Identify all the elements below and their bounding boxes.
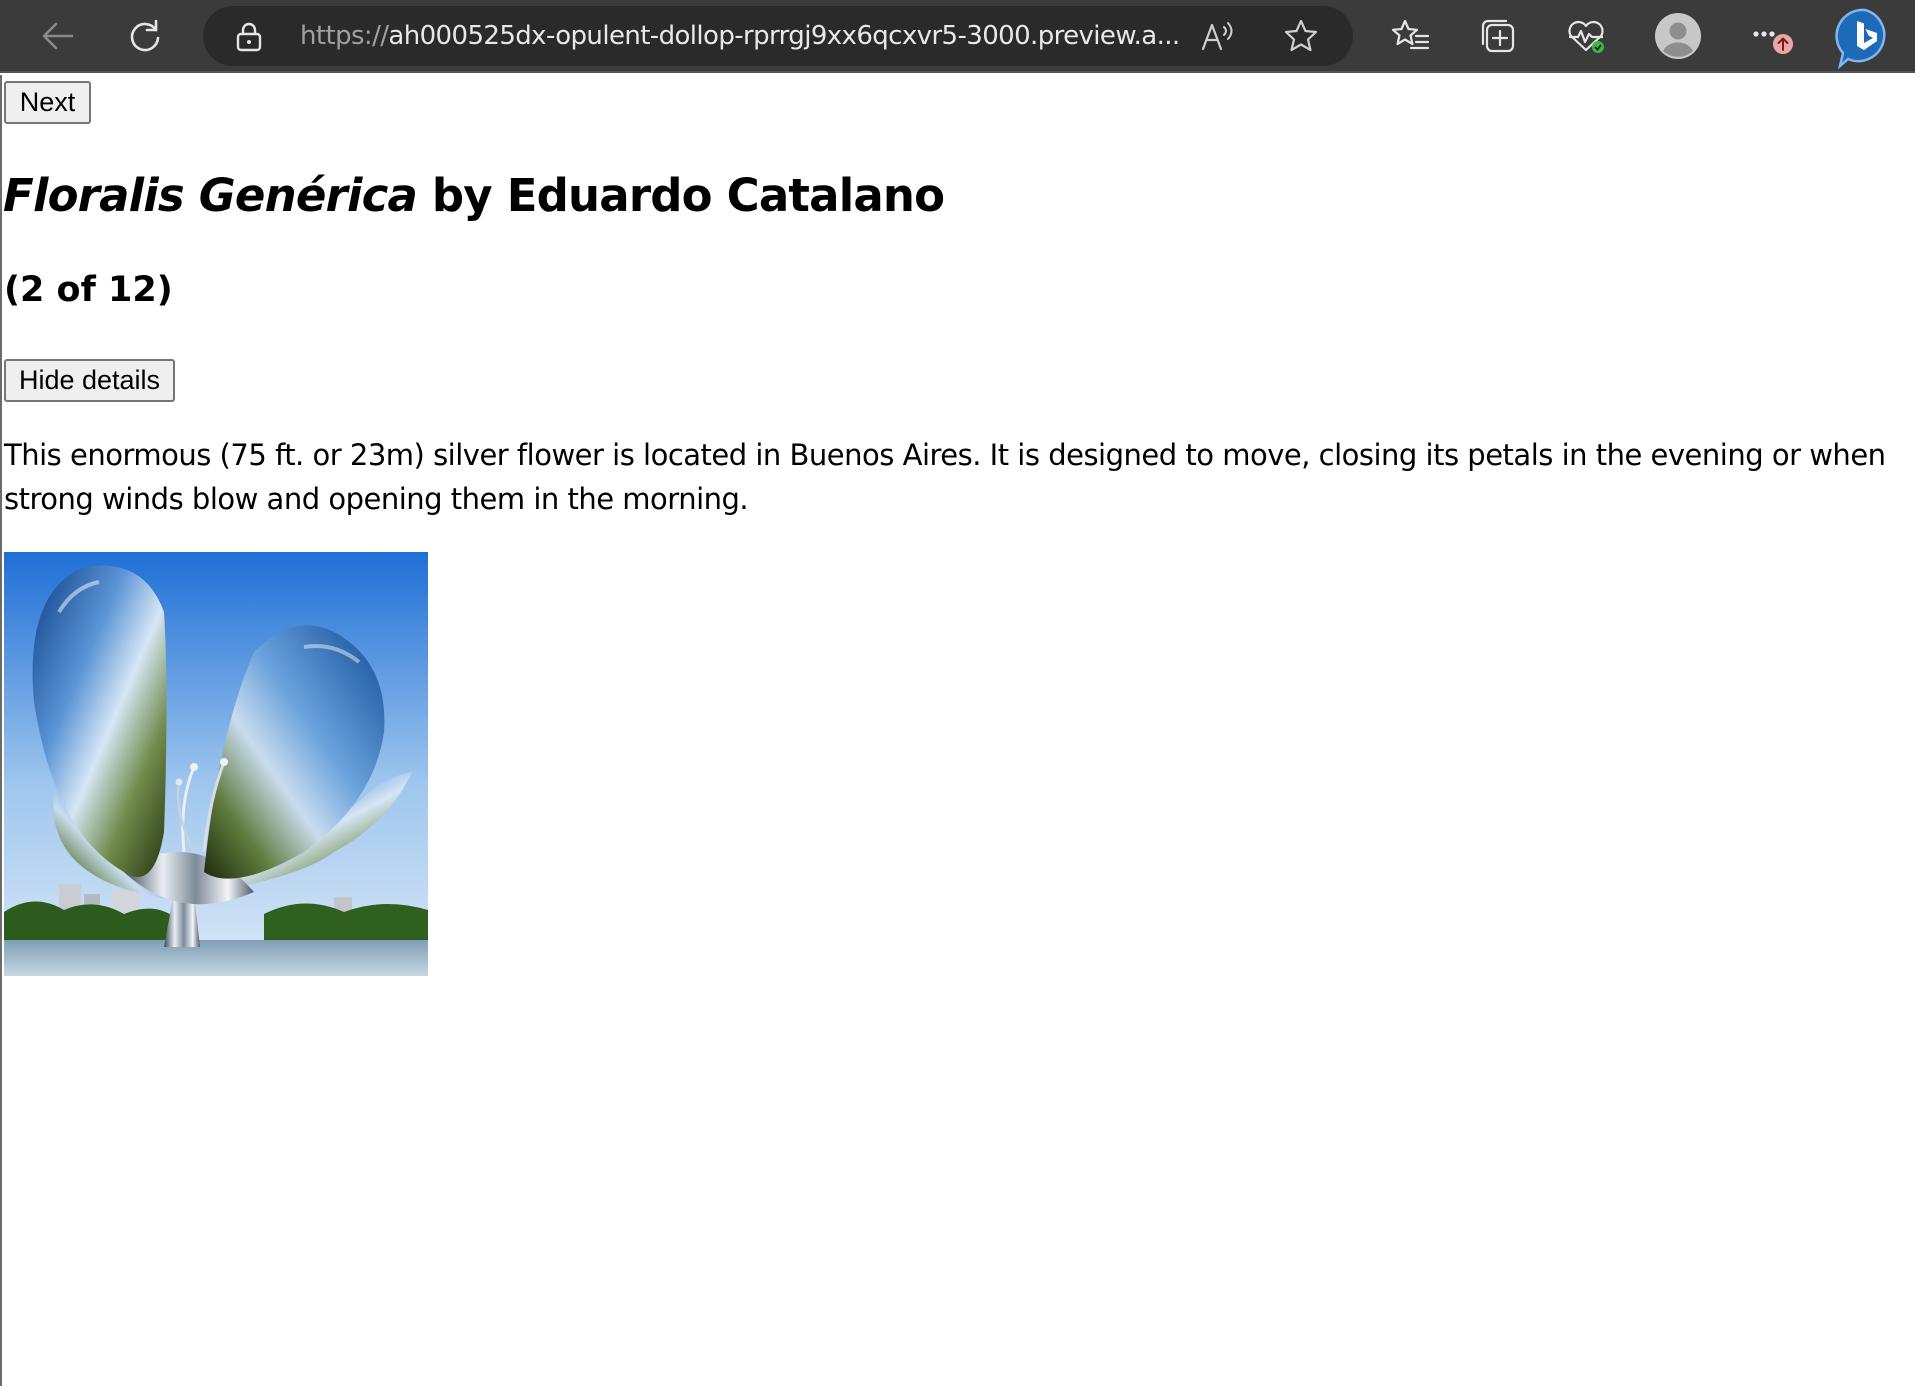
profile-button[interactable] (1652, 10, 1704, 62)
sculpture-image (4, 552, 428, 976)
next-button[interactable]: Next (4, 81, 91, 124)
url-text[interactable]: https://ah000525dx-opulent-dollop-rprrgj… (300, 6, 1180, 66)
hide-details-button[interactable]: Hide details (4, 359, 175, 402)
collections-icon (1481, 19, 1515, 53)
gallery-counter: (2 of 12) (4, 270, 173, 310)
sculpture-title: Floralis Genérica by Eduardo Catalano (3, 169, 945, 222)
collections-button[interactable] (1472, 10, 1524, 62)
favorites-button[interactable] (1385, 10, 1437, 62)
more-button[interactable] (1746, 10, 1798, 62)
refresh-button[interactable] (119, 10, 171, 62)
refresh-icon (130, 19, 160, 52)
more-icon (1753, 31, 1793, 54)
browser-essentials-button[interactable] (1560, 10, 1612, 62)
bing-copilot-icon (1835, 8, 1886, 69)
browser-essentials-icon (1568, 20, 1604, 53)
browser-toolbar: https://ah000525dx-opulent-dollop-rprrgj… (0, 0, 1915, 73)
sculpture-name: Floralis Genérica (3, 169, 418, 222)
profile-icon (1655, 13, 1701, 59)
bing-copilot-button[interactable] (1833, 6, 1897, 70)
address-bar[interactable]: https://ah000525dx-opulent-dollop-rprrgj… (203, 6, 1353, 66)
url-scheme: https:// (300, 21, 389, 51)
sculpture-description: This enormous (75 ft. or 23m) silver flo… (4, 438, 1886, 516)
read-aloud-icon[interactable] (1200, 19, 1236, 53)
star-icon[interactable] (1283, 18, 1319, 54)
arrow-left-icon (42, 22, 74, 50)
lock-icon[interactable] (235, 22, 263, 52)
page-content: Next Floralis Genérica by Eduardo Catala… (0, 75, 1913, 1386)
back-button[interactable] (32, 10, 84, 62)
sculpture-artist: by Eduardo Catalano (417, 169, 945, 222)
url-host: ah000525dx-opulent-dollop-rprrgj9xx6qcxv… (388, 21, 1180, 51)
favorites-list-icon (1391, 19, 1430, 50)
